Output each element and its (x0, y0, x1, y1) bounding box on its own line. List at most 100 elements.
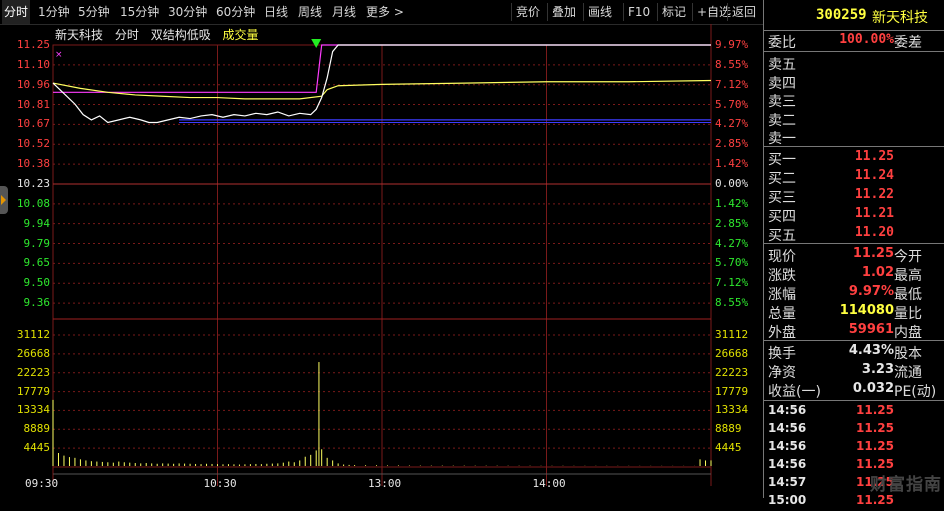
stat-label: 净资 (768, 365, 796, 381)
watermark: 财富指南 (870, 475, 942, 495)
price-tick-label: 11.10 (16, 57, 50, 71)
tick-row: 14:56 11.25 (768, 403, 944, 421)
volume-label[interactable]: 成交量 (223, 28, 259, 42)
chart-caption: 新天科技 分时 双结构低吸 成交量 (55, 26, 267, 43)
stat-row: 现价 11.25 今开 (768, 246, 944, 265)
pct-tick-label: 2.85% (715, 137, 749, 151)
stat-row: 涨跌 1.02 最高 (768, 265, 944, 284)
wecha-label: 委差 (894, 35, 922, 51)
volume-tick-label: 17779 (715, 384, 749, 398)
webi-value: 100.00% (839, 32, 894, 47)
buy-level-row[interactable]: 买四 11.21 (768, 206, 944, 225)
stat-value: 59961 (848, 322, 894, 337)
buy-level-row[interactable]: 买一 11.25 (768, 149, 944, 168)
buy-level-label: 买四 (768, 209, 796, 225)
tick-price: 11.25 (856, 421, 894, 435)
stock-name: 新天科技 (872, 10, 928, 26)
divider (764, 340, 944, 341)
toolbar-separator (657, 3, 658, 21)
toolbar-button-1[interactable]: 叠加 (552, 0, 576, 24)
sell-level-label: 卖四 (768, 75, 796, 92)
volume-tick-label: 22223 (715, 365, 749, 379)
stat-value: 1.02 (861, 265, 894, 280)
toolbar-button-4[interactable]: 标记 (662, 0, 686, 24)
pct-tick-label: 8.55% (715, 57, 749, 71)
volume-tick-label: 13334 (16, 403, 50, 417)
stat-value: 9.97% (848, 284, 894, 299)
period-tab-2[interactable]: 5分钟 (76, 0, 112, 24)
indicator-label[interactable]: 双结构低吸 (151, 28, 211, 42)
period-tab-6[interactable]: 日线 (262, 0, 290, 24)
stat-label-secondary: 流通 (894, 365, 922, 381)
toolbar-separator (692, 3, 693, 21)
buy-level-label: 买二 (768, 171, 796, 187)
price-tick-label: 10.96 (16, 77, 50, 91)
toolbar-button-2[interactable]: 画线 (588, 0, 612, 24)
period-tab-4[interactable]: 30分钟 (166, 0, 209, 24)
period-tab-0[interactable]: 分时 (2, 0, 31, 24)
price-tick-label: 10.67 (16, 117, 50, 131)
limit-up-marker-icon (311, 38, 322, 48)
period-tab-3[interactable]: 15分钟 (118, 0, 161, 24)
toolbar-button-0[interactable]: 竞价 (516, 0, 540, 24)
tick-time: 15:00 (768, 493, 807, 507)
stat-label-secondary: 最低 (894, 287, 922, 303)
time-axis-label: 14:00 (532, 477, 566, 490)
volume-tick-label: 26668 (715, 346, 749, 360)
buy-level-row[interactable]: 买三 11.22 (768, 187, 944, 206)
price-tick-label: 9.50 (23, 276, 51, 290)
period-tab-7[interactable]: 周线 (296, 0, 324, 24)
stat-row: 收益(一) 0.032 PE(动) (768, 381, 944, 400)
toolbar-separator (511, 3, 512, 21)
toolbar-separator (623, 3, 624, 21)
stat-row: 换手 4.43% 股本 (768, 343, 944, 362)
price-tick-label: 11.25 (16, 38, 50, 51)
webi-row: 委比 100.00% 委差 (768, 32, 944, 51)
intraday-chart: × (52, 24, 712, 486)
buy-level-row[interactable]: 买五 11.20 (768, 225, 944, 244)
price-tick-label: 9.36 (23, 296, 51, 310)
close-marker-icon: × (55, 50, 63, 60)
tick-time: 14:56 (768, 421, 807, 435)
stat-row: 涨幅 9.97% 最低 (768, 284, 944, 303)
toolbar-button-3[interactable]: F10 (628, 0, 650, 24)
tick-row: 14:56 11.25 (768, 439, 944, 457)
tick-time: 14:56 (768, 457, 807, 471)
buy-level-row[interactable]: 买二 11.24 (768, 168, 944, 187)
stat-label-secondary: PE(动) (894, 384, 937, 400)
webi-label: 委比 (768, 35, 796, 51)
period-tab-8[interactable]: 月线 (330, 0, 358, 24)
divider (764, 30, 944, 31)
volume-tick-label: 17779 (16, 384, 50, 398)
mode-label: 分时 (114, 28, 139, 42)
stat-label: 涨跌 (768, 268, 796, 284)
stat-label-secondary: 内盘 (894, 325, 922, 341)
period-toolbar: 分时 1分钟 5分钟 15分钟 30分钟 60分钟 日线 周线 月线 更多 > 竞价 叠加 画线 F10 标… (0, 0, 763, 25)
period-tab-9[interactable]: 更多 > (364, 0, 406, 24)
divider (764, 146, 944, 147)
sell-level-label: 卖一 (768, 131, 796, 147)
sell-level-row: 卖一 (768, 128, 944, 147)
period-tab-5[interactable]: 60分钟 (214, 0, 257, 24)
side-expand-arrow-icon[interactable] (0, 186, 8, 214)
pct-tick-label: 4.27% (715, 117, 749, 131)
tick-price: 11.25 (856, 457, 894, 471)
period-tab-1[interactable]: 1分钟 (36, 0, 72, 24)
toolbar-button-6[interactable]: 返回 (732, 0, 756, 24)
volume-tick-label: 4445 (23, 441, 51, 455)
sell-level-label: 卖二 (768, 112, 796, 129)
pct-tick-label: 4.27% (715, 236, 749, 250)
time-axis-label: 10:30 (203, 477, 237, 490)
volume-tick-label: 8889 (715, 422, 742, 436)
tick-price: 11.25 (856, 403, 894, 417)
time-axis-label: 13:00 (368, 477, 402, 490)
price-tick-label: 10.81 (16, 97, 50, 111)
sell-level-row: 卖五 (768, 54, 944, 73)
pct-tick-label: 1.42% (715, 157, 749, 171)
quote-panel: 300259 新天科技 委比 100.00% 委差 卖五 卖四 卖三 卖二 卖一 买一 1… (763, 0, 944, 507)
pct-tick-label: 9.97% (715, 38, 749, 51)
toolbar-separator (583, 3, 584, 21)
volume-tick-label: 26668 (16, 346, 50, 360)
toolbar-button-5[interactable]: +自选 (697, 0, 731, 24)
stat-value: 114080 (839, 303, 894, 318)
